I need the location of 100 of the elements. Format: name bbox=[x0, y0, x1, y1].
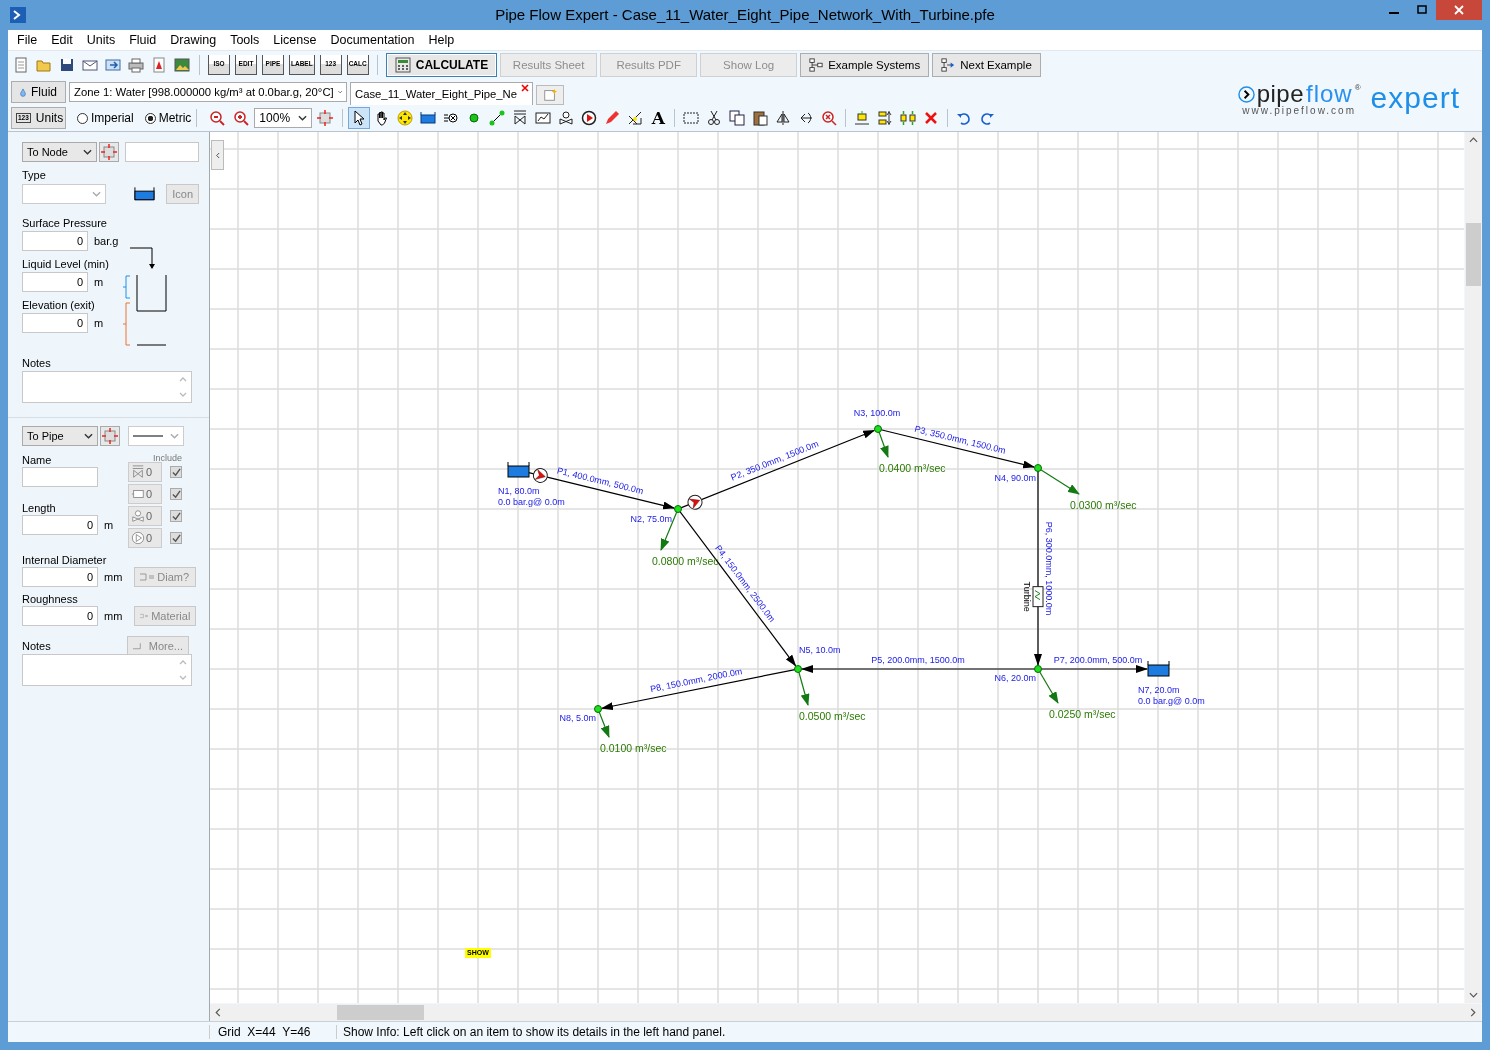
node-dot[interactable] bbox=[874, 425, 882, 433]
pipe-selector-dropdown[interactable]: To Pipe bbox=[22, 426, 98, 446]
pdf-icon bbox=[151, 57, 167, 73]
menu-item[interactable]: Fluid bbox=[122, 33, 164, 47]
node-dot[interactable] bbox=[1034, 665, 1042, 673]
node-dot[interactable] bbox=[594, 705, 602, 713]
unit-radio[interactable]: Imperial bbox=[77, 111, 134, 125]
document-tab[interactable]: Case_11_Water_Eight_Pipe_Ne bbox=[350, 82, 534, 105]
unit-label: m bbox=[104, 519, 114, 531]
value-field[interactable]: 0 bbox=[22, 515, 98, 535]
text-tool-button[interactable]: A bbox=[647, 107, 670, 129]
menu-item[interactable]: Tools bbox=[223, 33, 267, 47]
fluid-button[interactable]: Fluid bbox=[11, 81, 66, 103]
target-icon bbox=[101, 144, 118, 160]
toolbar-button[interactable]: Example Systems bbox=[800, 53, 930, 77]
graph-icon bbox=[535, 110, 552, 126]
locate-button[interactable] bbox=[99, 142, 119, 162]
scroll-right-icon[interactable] bbox=[1470, 1008, 1476, 1017]
pump-icon bbox=[131, 531, 145, 545]
notes-field[interactable] bbox=[22, 371, 192, 403]
node-label: N8, 5.0m bbox=[559, 713, 596, 723]
close-icon[interactable] bbox=[521, 84, 530, 92]
vertical-scrollbar[interactable] bbox=[1465, 132, 1482, 1003]
scroll-up-icon[interactable] bbox=[1469, 137, 1478, 143]
include-checkbox[interactable] bbox=[170, 466, 182, 478]
window-title: Pipe Flow Expert - Case_11_Water_Eight_Pipe_Network_With_Turbine.pfe bbox=[495, 6, 995, 23]
menu-item[interactable]: Units bbox=[79, 33, 123, 47]
maximize-icon bbox=[1417, 5, 1427, 15]
fitting-count-button[interactable]: 0 bbox=[128, 506, 162, 526]
node-dot[interactable] bbox=[674, 505, 682, 513]
flow-label: 0.0500 m³/sec bbox=[799, 710, 866, 722]
columns-icon bbox=[900, 110, 917, 126]
align-icon bbox=[854, 110, 871, 126]
node-dot[interactable] bbox=[1034, 464, 1042, 472]
scroll-thumb[interactable] bbox=[1466, 223, 1481, 286]
toolbar-button[interactable]: Next Example bbox=[932, 53, 1041, 77]
field-label: Roughness bbox=[22, 592, 79, 606]
value-field[interactable]: 0 bbox=[22, 231, 88, 251]
menu-item[interactable]: Drawing bbox=[163, 33, 224, 47]
node-label: N7, 20.0m bbox=[1138, 685, 1180, 695]
tank-icon bbox=[134, 187, 156, 201]
name-field[interactable] bbox=[22, 467, 98, 487]
scroll-thumb[interactable] bbox=[337, 1005, 424, 1020]
value-field[interactable]: 0 bbox=[22, 272, 88, 292]
node-label: N2, 75.0m bbox=[630, 514, 672, 524]
caret-icon bbox=[170, 433, 179, 439]
network-arrow-icon bbox=[941, 58, 956, 72]
status-message: Show Info: Left click on an item to show its details in the left hand panel. bbox=[336, 1025, 726, 1039]
unit-radio[interactable]: Metric bbox=[144, 111, 192, 125]
menu-item[interactable]: License bbox=[266, 33, 324, 47]
pipe-line[interactable] bbox=[1034, 470, 1042, 666]
pipe-line[interactable] bbox=[1040, 665, 1148, 673]
field-label: Notes bbox=[22, 356, 52, 370]
zoom-dropdown[interactable]: 100% bbox=[254, 108, 313, 128]
scroll-down-icon[interactable] bbox=[1469, 992, 1478, 998]
toolbar-button[interactable]: CALCULATE bbox=[385, 53, 498, 77]
horizontal-scrollbar[interactable] bbox=[210, 1004, 1481, 1021]
notes-field[interactable] bbox=[22, 654, 192, 686]
tank-icon[interactable] bbox=[1147, 660, 1170, 677]
node-label: N3, 100.0m bbox=[853, 408, 901, 418]
pointer-tool-button[interactable] bbox=[348, 107, 371, 129]
node-label: N1, 80.0m bbox=[498, 486, 540, 496]
node-dot[interactable] bbox=[794, 665, 802, 673]
caret-icon bbox=[83, 149, 93, 155]
menu-item[interactable]: Documentation bbox=[323, 33, 422, 47]
field-label: Elevation (exit) bbox=[22, 298, 96, 312]
spread-icon bbox=[877, 110, 894, 126]
export-icon bbox=[105, 57, 121, 73]
close-button[interactable] bbox=[1436, 0, 1482, 20]
include-checkbox[interactable] bbox=[170, 532, 182, 544]
fluid-dropdown[interactable]: Zone 1: Water [998.000000 kg/m³ at 0.0bar.g, 20°C] bbox=[69, 82, 347, 102]
field-label: Internal Diameter bbox=[22, 553, 108, 567]
select-icon bbox=[683, 110, 700, 126]
pipe-line[interactable] bbox=[600, 669, 796, 710]
menu-item[interactable]: Help bbox=[421, 33, 462, 47]
fitting-count-button[interactable]: 0 bbox=[128, 484, 162, 504]
pipe-line[interactable] bbox=[801, 665, 1036, 673]
unit-label: m bbox=[94, 317, 104, 329]
include-checkbox[interactable] bbox=[170, 488, 182, 500]
pump-icon[interactable] bbox=[687, 494, 703, 510]
scroll-left-icon[interactable] bbox=[215, 1008, 221, 1017]
locate-button[interactable] bbox=[100, 426, 120, 446]
email-icon bbox=[82, 57, 98, 73]
turbine-icon[interactable] bbox=[1032, 586, 1044, 608]
rotate-icon bbox=[798, 110, 815, 126]
menu-item[interactable]: Edit bbox=[44, 33, 80, 47]
node-selector-dropdown[interactable]: To Node bbox=[22, 142, 98, 162]
menu-item[interactable]: File bbox=[10, 33, 45, 47]
node-label: N5, 10.0m bbox=[799, 645, 841, 655]
line-style-dropdown[interactable] bbox=[128, 426, 184, 446]
tank-icon[interactable] bbox=[507, 461, 530, 478]
pump-icon[interactable] bbox=[532, 467, 548, 483]
fitting-count-button[interactable]: 0 bbox=[128, 462, 162, 482]
node-id-field[interactable] bbox=[125, 142, 199, 162]
value-field[interactable]: 0 bbox=[22, 313, 88, 333]
image-icon bbox=[174, 57, 190, 73]
fitting-count-button[interactable]: 0 bbox=[128, 528, 162, 548]
unit-label: bar.g bbox=[94, 235, 119, 247]
field-label: Type bbox=[22, 168, 47, 182]
include-checkbox[interactable] bbox=[170, 510, 182, 522]
